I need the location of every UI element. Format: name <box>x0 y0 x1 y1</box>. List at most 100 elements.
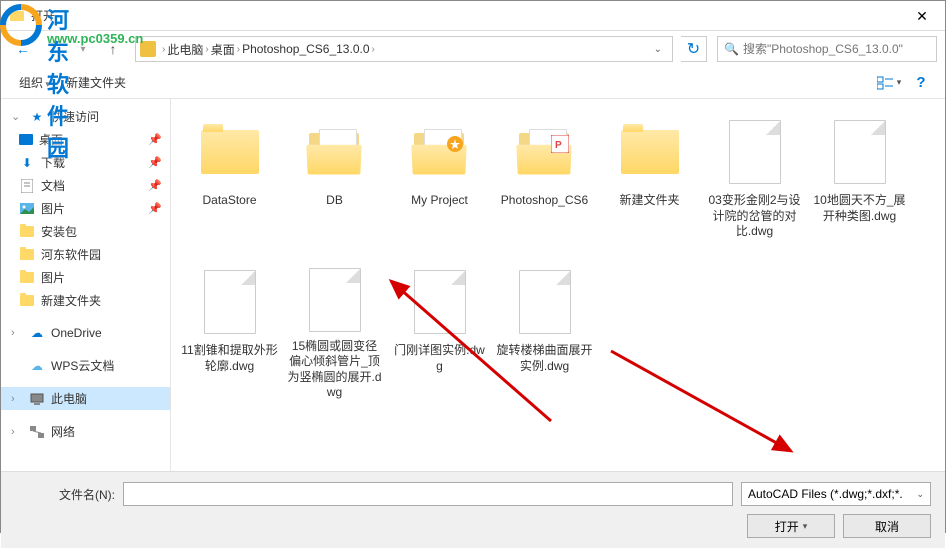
app-icon <box>9 8 25 24</box>
organize-button[interactable]: 组织 <box>11 70 58 95</box>
sidebar-label: 网络 <box>51 423 75 440</box>
file-item[interactable]: 15椭圆或圆变径偏心倾斜管片_顶为竖椭圆的展开.dwg <box>282 259 387 409</box>
folder-item[interactable]: My Project <box>387 109 492 259</box>
search-input[interactable] <box>743 42 930 56</box>
search-icon: 🔍 <box>724 42 739 56</box>
folder-icon <box>19 293 35 309</box>
folder-open-icon: P <box>510 117 580 187</box>
sidebar-item-downloads[interactable]: ⬇ 下载 📌 <box>1 151 170 174</box>
file-item[interactable]: 10地圆天不方_展开种类图.dwg <box>807 109 912 259</box>
back-button[interactable]: ← <box>9 35 37 63</box>
file-pane[interactable]: DataStore DB My Project PPhotoshop_CS6新建文件夹… <box>171 99 945 471</box>
titlebar: 打开 ✕ <box>1 1 945 31</box>
up-button[interactable]: ↑ <box>99 35 127 63</box>
sidebar-item-documents[interactable]: 文档 📌 <box>1 174 170 197</box>
filename-input[interactable] <box>123 482 733 506</box>
folder-open-icon <box>300 117 370 187</box>
file-name: My Project <box>411 193 468 209</box>
file-name: 门刚详图实例.dwg <box>391 343 488 374</box>
chevron-right-icon: › <box>11 426 21 438</box>
view-options-button[interactable]: ▾ <box>875 71 903 95</box>
file-name: DataStore <box>202 193 256 209</box>
file-item[interactable]: 旋转楼梯曲面展开实例.dwg <box>492 259 597 409</box>
chevron-right-icon: › <box>162 44 165 55</box>
file-item[interactable]: 门刚详图实例.dwg <box>387 259 492 409</box>
sidebar-label: OneDrive <box>51 326 102 340</box>
sidebar-label: 下载 <box>41 154 65 171</box>
help-button[interactable]: ? <box>907 71 935 95</box>
folder-item[interactable]: PPhotoshop_CS6 <box>492 109 597 259</box>
chevron-down-icon: ⌄ <box>11 110 21 123</box>
chevron-right-icon: › <box>205 44 208 55</box>
sidebar-network[interactable]: › 网络 <box>1 420 170 443</box>
sidebar-label: 安装包 <box>41 223 77 240</box>
window-title: 打开 <box>31 7 55 24</box>
sidebar-item-folder[interactable]: 河东软件园 <box>1 243 170 266</box>
document-icon <box>19 178 35 194</box>
search-box[interactable]: 🔍 <box>717 36 937 62</box>
cancel-button[interactable]: 取消 <box>843 514 931 538</box>
pin-icon: 📌 <box>148 179 162 192</box>
file-name: 03变形金刚2与设计院的岔管的对比.dwg <box>706 193 803 240</box>
sidebar-this-pc[interactable]: › 此电脑 <box>1 387 170 410</box>
sidebar-label: 此电脑 <box>51 390 87 407</box>
chevron-down-icon: ⌄ <box>916 489 924 500</box>
file-filter-dropdown[interactable]: AutoCAD Files (*.dwg;*.dxf;*. ⌄ <box>741 482 931 506</box>
close-button[interactable]: ✕ <box>899 1 945 31</box>
file-name: 旋转楼梯曲面展开实例.dwg <box>496 343 593 374</box>
breadcrumb[interactable]: › 此电脑 › 桌面 › Photoshop_CS6_13.0.0 › ⌄ <box>135 36 673 62</box>
sidebar-quick-access[interactable]: ⌄ ★ 快速访问 <box>1 105 170 128</box>
sidebar-label: 桌面 <box>39 131 63 148</box>
sidebar-label: WPS云文档 <box>51 357 114 374</box>
bottom-bar: 文件名(N): AutoCAD Files (*.dwg;*.dxf;*. ⌄ … <box>1 471 945 548</box>
file-name: DB <box>326 193 343 209</box>
file-item[interactable]: 03变形金刚2与设计院的岔管的对比.dwg <box>702 109 807 259</box>
chevron-right-icon: › <box>372 44 375 55</box>
picture-icon <box>19 201 35 217</box>
file-icon <box>825 117 895 187</box>
breadcrumb-seg[interactable]: 桌面 <box>211 41 235 58</box>
sidebar-label: 图片 <box>41 269 65 286</box>
sidebar-onedrive[interactable]: › ☁ OneDrive <box>1 322 170 344</box>
folder-icon <box>615 117 685 187</box>
chevron-right-icon: › <box>11 393 21 405</box>
pin-icon: 📌 <box>148 156 162 169</box>
chevron-right-icon: › <box>11 327 21 339</box>
breadcrumb-seg[interactable]: 此电脑 <box>167 41 203 58</box>
file-item[interactable]: 11割锥和提取外形轮廓.dwg <box>177 259 282 409</box>
recent-dropdown[interactable]: ▾ <box>69 35 97 63</box>
cloud-icon: ☁ <box>29 358 45 374</box>
breadcrumb-dropdown[interactable]: ⌄ <box>648 44 668 55</box>
sidebar-label: 文档 <box>41 177 65 194</box>
breadcrumb-seg[interactable]: Photoshop_CS6_13.0.0 <box>242 42 369 56</box>
folder-icon <box>195 117 265 187</box>
cloud-icon: ☁ <box>29 325 45 341</box>
folder-item[interactable]: 新建文件夹 <box>597 109 702 259</box>
open-button[interactable]: 打开 ▾ <box>747 514 835 538</box>
sidebar-item-folder[interactable]: 安装包 <box>1 220 170 243</box>
new-folder-button[interactable]: 新建文件夹 <box>58 70 134 95</box>
refresh-button[interactable]: ↻ <box>681 36 707 62</box>
chevron-down-icon: ▾ <box>803 521 808 532</box>
sidebar-wps[interactable]: › ☁ WPS云文档 <box>1 354 170 377</box>
pin-icon: 📌 <box>148 133 162 146</box>
file-name: 11割锥和提取外形轮廓.dwg <box>181 343 278 374</box>
folder-icon <box>19 270 35 286</box>
file-icon <box>195 267 265 337</box>
folder-item[interactable]: DataStore <box>177 109 282 259</box>
download-icon: ⬇ <box>19 155 35 171</box>
pin-icon: 📌 <box>148 202 162 215</box>
sidebar-item-folder[interactable]: 图片 <box>1 266 170 289</box>
folder-item[interactable]: DB <box>282 109 387 259</box>
sidebar-item-desktop[interactable]: 桌面 📌 <box>1 128 170 151</box>
chevron-right-icon: › <box>237 44 240 55</box>
file-icon <box>405 267 475 337</box>
sidebar-label: 新建文件夹 <box>41 292 101 309</box>
file-icon <box>720 117 790 187</box>
sidebar-item-pictures[interactable]: 图片 📌 <box>1 197 170 220</box>
sidebar-item-folder[interactable]: 新建文件夹 <box>1 289 170 312</box>
sidebar-label: 快速访问 <box>51 108 99 125</box>
forward-button[interactable]: → <box>39 35 67 63</box>
file-icon <box>510 267 580 337</box>
star-icon: ★ <box>29 109 45 125</box>
